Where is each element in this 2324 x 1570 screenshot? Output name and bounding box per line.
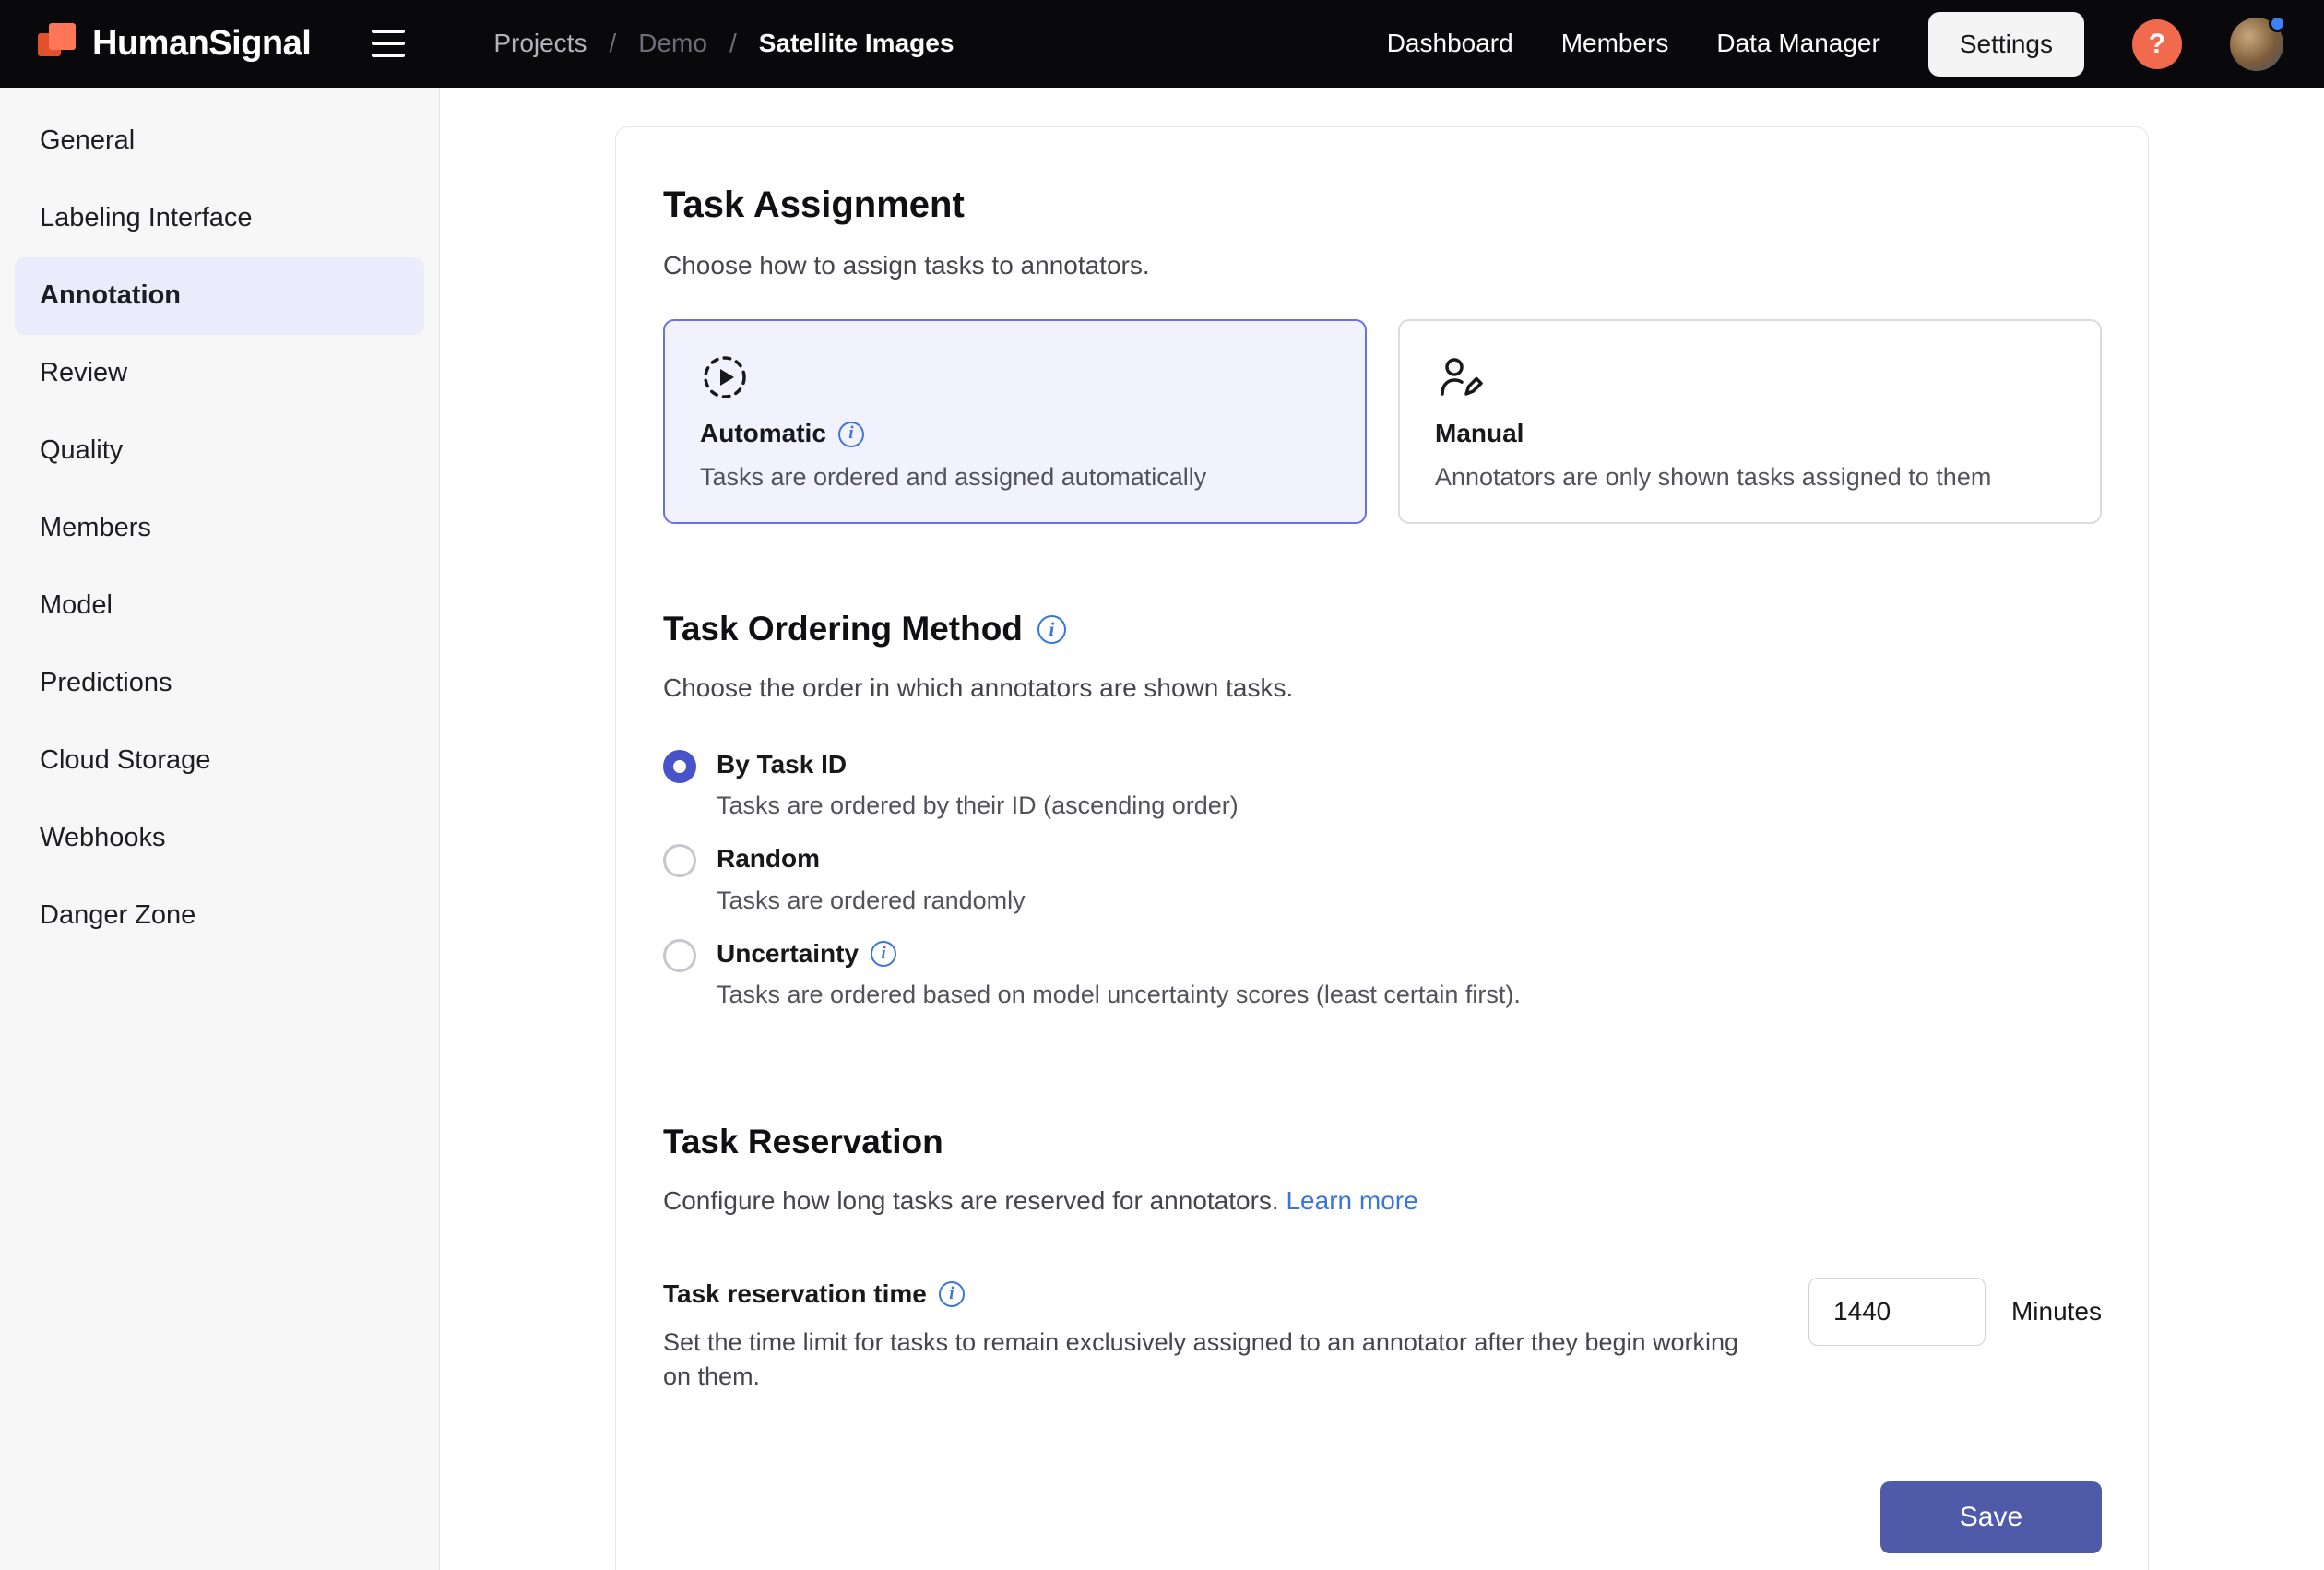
reservation-field-info: Task reservation time i Set the time lim… [663,1278,1751,1393]
task-ordering-info-icon[interactable]: i [1038,615,1066,644]
radio-uncertainty-text: Uncertainty i Tasks are ordered based on… [717,937,1521,1011]
online-status-dot [2269,15,2286,32]
avatar[interactable] [2230,18,2283,71]
task-reservation-title: Task Reservation [663,1120,2102,1164]
help-button[interactable]: ? [2132,19,2182,69]
option-card-automatic[interactable]: Automatic i Tasks are ordered and assign… [663,319,1367,524]
breadcrumb: Projects / Demo / Satellite Images [493,27,954,60]
learn-more-link[interactable]: Learn more [1286,1186,1417,1215]
breadcrumb-separator: / [609,27,616,60]
assignment-options: Automatic i Tasks are ordered and assign… [663,319,2102,524]
annotation-settings-card: Task Assignment Choose how to assign tas… [615,126,2149,1570]
logo-text: HumanSignal [92,21,311,66]
reservation-time-label: Task reservation time [663,1278,927,1311]
manual-label: Manual [1435,417,1524,450]
topbar-right: Dashboard Members Data Manager Settings … [1387,12,2283,77]
breadcrumb-current-page: Satellite Images [759,27,954,60]
radio-by-task-id-text: By Task ID Tasks are ordered by their ID… [717,748,1239,822]
task-ordering-subtitle: Choose the order in which annotators are… [663,672,2102,705]
nav-dashboard[interactable]: Dashboard [1387,27,1513,60]
ordering-radio-group: By Task ID Tasks are ordered by their ID… [663,748,2102,1011]
sidebar-item-members[interactable]: Members [15,490,424,567]
sidebar-item-model[interactable]: Model [15,567,424,645]
question-mark-icon: ? [2149,29,2165,60]
automatic-label: Automatic [700,417,826,450]
sidebar-item-annotation[interactable]: Annotation [15,257,424,335]
humansignal-logo[interactable]: HumanSignal [37,19,311,68]
manual-user-edit-icon [1435,352,2065,402]
automatic-description: Tasks are ordered and assigned automatic… [700,461,1330,494]
breadcrumb-separator: / [729,27,737,60]
by-task-id-label: By Task ID [717,748,1239,781]
hamburger-menu-icon[interactable] [364,22,412,65]
minutes-unit-label: Minutes [2011,1295,2102,1328]
reservation-label-row: Task reservation time i [663,1278,1751,1311]
uncertainty-label: Uncertainty [717,937,859,970]
save-button[interactable]: Save [1880,1481,2102,1553]
sidebar-item-cloud-storage[interactable]: Cloud Storage [15,722,424,800]
main-content: Task Assignment Choose how to assign tas… [440,88,2324,1570]
radio-row-random[interactable]: Random Tasks are ordered randomly [663,842,2102,916]
sidebar-item-quality[interactable]: Quality [15,412,424,490]
sidebar-item-labeling-interface[interactable]: Labeling Interface [15,180,424,257]
sidebar-item-general[interactable]: General [15,102,424,180]
radio-random[interactable] [663,844,696,877]
reservation-time-info-icon[interactable]: i [939,1281,965,1307]
task-ordering-title: Task Ordering Method [663,607,1023,651]
option-card-manual[interactable]: Manual Annotators are only shown tasks a… [1398,319,2102,524]
humansignal-logo-icon [37,19,79,68]
task-reservation-subtitle-text: Configure how long tasks are reserved fo… [663,1186,1279,1215]
breadcrumb-demo[interactable]: Demo [638,27,707,60]
by-task-id-description: Tasks are ordered by their ID (ascending… [717,790,1239,822]
radio-by-task-id[interactable] [663,750,696,783]
reservation-time-description: Set the time limit for tasks to remain e… [663,1326,1751,1393]
breadcrumb-projects[interactable]: Projects [493,27,587,60]
task-ordering-title-row: Task Ordering Method i [663,607,2102,651]
automatic-label-row: Automatic i [700,417,1330,450]
radio-random-text: Random Tasks are ordered randomly [717,842,1026,916]
task-assignment-subtitle: Choose how to assign tasks to annotators… [663,249,2102,282]
task-reservation-subtitle: Configure how long tasks are reserved fo… [663,1184,2102,1218]
manual-description: Annotators are only shown tasks assigned… [1435,461,2065,494]
sidebar-item-review[interactable]: Review [15,335,424,412]
app-root: HumanSignal Projects / Demo / Satellite … [0,0,2324,1570]
radio-uncertainty[interactable] [663,939,696,972]
sidebar-item-danger-zone[interactable]: Danger Zone [15,877,424,955]
nav-data-manager[interactable]: Data Manager [1716,27,1879,60]
sidebar-item-webhooks[interactable]: Webhooks [15,800,424,877]
radio-row-by-task-id[interactable]: By Task ID Tasks are ordered by their ID… [663,748,2102,822]
automatic-play-icon [700,352,1330,402]
topbar-left: HumanSignal Projects / Demo / Satellite … [37,19,954,68]
uncertainty-info-icon[interactable]: i [871,941,896,967]
reservation-row: Task reservation time i Set the time lim… [663,1278,2102,1393]
settings-sidebar: General Labeling Interface Annotation Re… [0,88,440,1570]
topbar: HumanSignal Projects / Demo / Satellite … [0,0,2324,88]
random-label: Random [717,842,1026,875]
settings-button[interactable]: Settings [1928,12,2084,77]
sidebar-item-predictions[interactable]: Predictions [15,645,424,722]
reservation-input-group: Minutes [1808,1278,2102,1346]
manual-label-row: Manual [1435,417,2065,450]
task-assignment-title: Task Assignment [663,181,2102,229]
automatic-info-icon[interactable]: i [838,422,864,447]
reservation-time-input[interactable] [1808,1278,1986,1346]
body-row: General Labeling Interface Annotation Re… [0,88,2324,1570]
save-row: Save [663,1481,2102,1553]
radio-row-uncertainty[interactable]: Uncertainty i Tasks are ordered based on… [663,937,2102,1011]
random-description: Tasks are ordered randomly [717,885,1026,917]
uncertainty-label-row: Uncertainty i [717,937,1521,970]
nav-members[interactable]: Members [1561,27,1669,60]
uncertainty-description: Tasks are ordered based on model uncerta… [717,979,1521,1011]
